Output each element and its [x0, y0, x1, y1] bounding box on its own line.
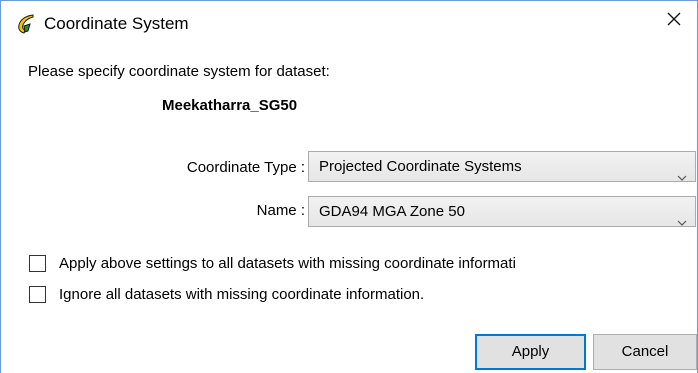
apply-button[interactable]: Apply	[475, 334, 586, 370]
apply-all-label[interactable]: Apply above settings to all datasets wit…	[59, 254, 516, 274]
name-label: Name :	[256, 202, 305, 219]
apply-all-option[interactable]: Apply above settings to all datasets wit…	[29, 254, 697, 274]
name-select[interactable]: GDA94 MGA Zone 50	[308, 196, 696, 227]
close-button[interactable]	[651, 1, 697, 41]
prompt-text: Please specify coordinate system for dat…	[28, 63, 330, 80]
chevron-down-icon	[677, 208, 687, 226]
cancel-button[interactable]: Cancel	[593, 334, 697, 370]
coordinate-system-dialog: Coordinate System Please specify coordin…	[0, 0, 698, 373]
close-icon	[666, 11, 682, 32]
name-value: GDA94 MGA Zone 50	[319, 203, 465, 220]
ignore-all-option[interactable]: Ignore all datasets with missing coordin…	[29, 285, 697, 305]
window-title: Coordinate System	[44, 14, 189, 33]
ignore-all-label[interactable]: Ignore all datasets with missing coordin…	[59, 285, 424, 305]
app-logo-icon	[15, 13, 37, 35]
coordinate-type-select[interactable]: Projected Coordinate Systems	[308, 151, 696, 182]
coordinate-type-label: Coordinate Type :	[186, 159, 305, 176]
dataset-name: Meekatharra_SG50	[162, 97, 298, 114]
title-bar[interactable]: Coordinate System	[1, 1, 697, 47]
apply-all-checkbox[interactable]	[29, 255, 46, 272]
chevron-down-icon	[677, 163, 687, 181]
ignore-all-checkbox[interactable]	[29, 286, 46, 303]
coordinate-type-value: Projected Coordinate Systems	[319, 158, 522, 175]
